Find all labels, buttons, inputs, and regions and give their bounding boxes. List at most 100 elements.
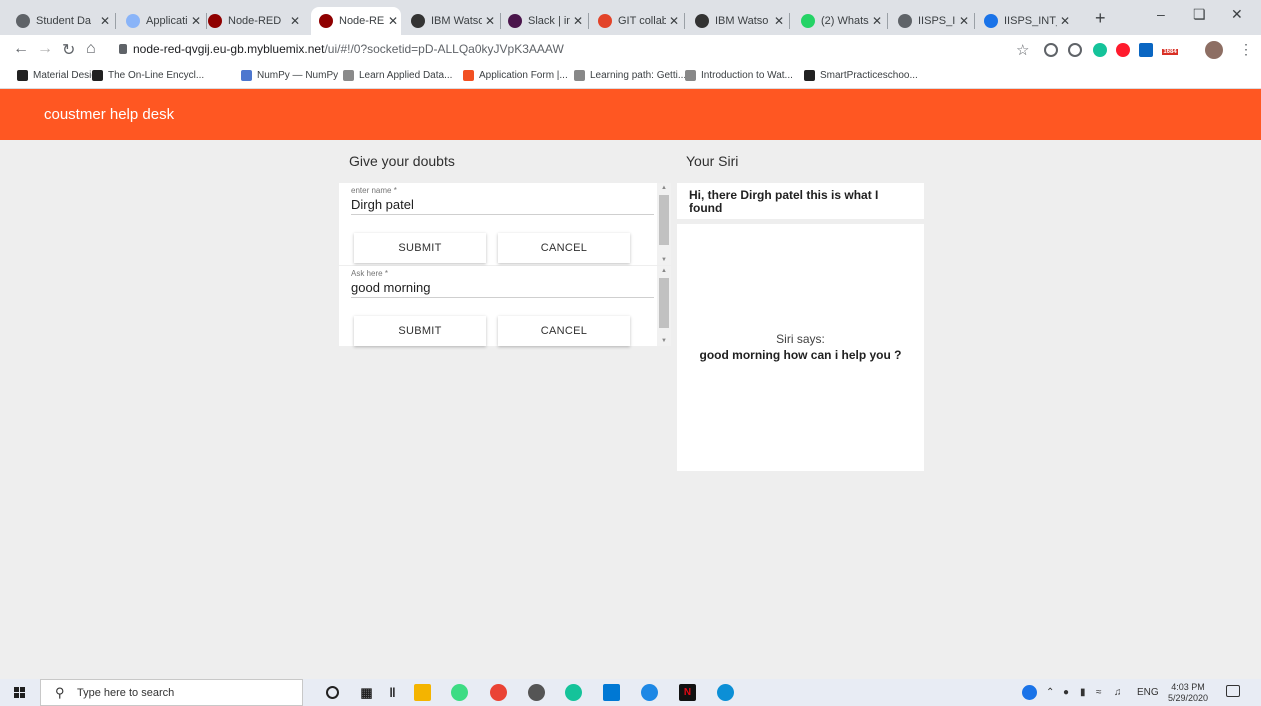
- reload-icon[interactable]: ↻: [62, 40, 75, 60]
- chrome-icon[interactable]: [490, 684, 507, 701]
- pause-icon[interactable]: ‖: [384, 684, 401, 701]
- name-input[interactable]: [351, 195, 654, 215]
- search-icon: ⚲: [55, 685, 65, 700]
- notification-icon[interactable]: [1226, 685, 1240, 697]
- name-submit-button[interactable]: SUBMIT: [354, 233, 486, 263]
- netflix-icon[interactable]: N: [679, 684, 696, 701]
- scroll-down-icon[interactable]: ▼: [657, 336, 671, 346]
- tab-separator: [588, 13, 589, 29]
- linkedin-extension-icon[interactable]: [1139, 43, 1153, 57]
- ask-cancel-button[interactable]: CANCEL: [498, 316, 630, 346]
- name-cancel-button[interactable]: CANCEL: [498, 233, 630, 263]
- bookmark-item[interactable]: Learn Applied Data...: [343, 70, 452, 81]
- watson-icon: [695, 14, 709, 28]
- browser-tab[interactable]: Application✕: [118, 7, 204, 35]
- browser-tab[interactable]: IBM Watso ✕: [403, 7, 498, 35]
- ask-submit-button[interactable]: SUBMIT: [354, 316, 486, 346]
- tab-close-icon[interactable]: ✕: [1057, 14, 1073, 28]
- bookmark-item[interactable]: NumPy — NumPy: [241, 70, 338, 81]
- browser-tab[interactable]: Node-RED✕: [200, 7, 303, 35]
- windows-start-icon[interactable]: [14, 687, 26, 699]
- scroll-up-icon[interactable]: ▲: [657, 266, 671, 276]
- browser-menu-icon[interactable]: ⋮: [1239, 41, 1253, 58]
- url-bar[interactable]: node-red-qvgij.eu-gb.mybluemix.net/ui/#!…: [133, 42, 564, 56]
- bookmark-item[interactable]: SmartPracticeschoo...: [804, 70, 918, 81]
- tab-close-icon[interactable]: ✕: [482, 14, 498, 28]
- cortana-icon[interactable]: [326, 686, 339, 699]
- bookmark-item[interactable]: Application Form |...: [463, 70, 568, 81]
- scroll-down-icon[interactable]: ▼: [657, 255, 671, 265]
- extension-1-icon[interactable]: [1044, 43, 1058, 57]
- doc-icon: [984, 14, 998, 28]
- wifi-icon[interactable]: ≈: [1096, 687, 1102, 698]
- tab-title: IBM Watso: [715, 15, 769, 27]
- show-hidden-icons-icon[interactable]: ⌃: [1046, 687, 1054, 698]
- ask-form-scrollbar[interactable]: ▲ ▼: [657, 266, 671, 346]
- profile-avatar[interactable]: [1205, 41, 1223, 59]
- grammarly-icon[interactable]: [565, 684, 582, 701]
- opera-extension-icon[interactable]: [1116, 43, 1130, 57]
- tab-close-icon[interactable]: ✕: [956, 14, 972, 28]
- cortana-app-icon[interactable]: [641, 684, 658, 701]
- siri-greeting-text: Hi, there Dirgh patel this is what I fou…: [689, 188, 879, 215]
- extension-2-icon[interactable]: [1068, 43, 1082, 57]
- browser-tab[interactable]: (2) WhatsA✕: [793, 7, 885, 35]
- bookmark-item[interactable]: The On-Line Encycl...: [92, 70, 204, 81]
- scroll-thumb[interactable]: [659, 195, 669, 245]
- vscode-icon[interactable]: [603, 684, 620, 701]
- file-explorer-icon[interactable]: [414, 684, 431, 701]
- microphone-icon[interactable]: ●: [1063, 687, 1069, 698]
- edge-icon[interactable]: [717, 684, 734, 701]
- tab-close-icon[interactable]: ✕: [385, 14, 401, 28]
- clock-date: 5/29/2020: [1168, 693, 1209, 703]
- browser-tab[interactable]: Node-RED✕: [311, 7, 401, 35]
- globe-icon: [898, 14, 912, 28]
- tab-close-icon[interactable]: ✕: [771, 14, 787, 28]
- bookmark-item[interactable]: Material Design: [17, 70, 102, 81]
- home-icon[interactable]: ⌂: [86, 40, 96, 58]
- restore-icon[interactable]: ❏: [1193, 6, 1206, 23]
- bookmark-item[interactable]: Introduction to Wat...: [685, 70, 793, 81]
- new-tab-button[interactable]: +: [1095, 8, 1106, 29]
- tab-close-icon[interactable]: ✕: [570, 14, 586, 28]
- volume-icon[interactable]: ♫: [1114, 687, 1122, 698]
- bookmark-favicon-icon: [463, 70, 474, 81]
- gitlab-icon: [598, 14, 612, 28]
- bookmark-item[interactable]: Learning path: Getti...: [574, 70, 686, 81]
- browser-tab[interactable]: Student Da ✕: [8, 7, 113, 35]
- language-indicator[interactable]: ENG: [1137, 687, 1159, 698]
- tab-close-icon[interactable]: ✕: [97, 14, 113, 28]
- url-host: node-red-qvgij.eu-gb.mybluemix.net: [133, 42, 325, 56]
- bookmark-star-icon[interactable]: ☆: [1016, 41, 1029, 59]
- battery-icon[interactable]: ▮: [1080, 687, 1086, 698]
- browser-tab[interactable]: GIT collabo✕: [590, 7, 682, 35]
- gmail-extension-icon[interactable]: 1684: [1160, 41, 1180, 57]
- taskbar-search[interactable]: ⚲ Type here to search: [40, 679, 303, 706]
- bookmark-favicon-icon: [574, 70, 585, 81]
- grammarly-extension-icon[interactable]: [1093, 43, 1107, 57]
- browser-tab[interactable]: IBM Watso ✕: [687, 7, 787, 35]
- scroll-up-icon[interactable]: ▲: [657, 183, 671, 193]
- app-icon[interactable]: [528, 684, 545, 701]
- tab-title: (2) WhatsA: [821, 15, 869, 27]
- minimize-icon[interactable]: –: [1157, 6, 1165, 22]
- back-icon[interactable]: ←: [13, 40, 29, 58]
- tab-close-icon[interactable]: ✕: [869, 14, 885, 28]
- browser-tab[interactable]: Slack | inte✕: [500, 7, 586, 35]
- close-window-icon[interactable]: ✕: [1231, 6, 1243, 23]
- task-view-icon[interactable]: ▦: [358, 684, 375, 701]
- help-icon[interactable]: [1022, 685, 1037, 700]
- tab-close-icon[interactable]: ✕: [666, 14, 682, 28]
- ask-input[interactable]: [351, 278, 654, 298]
- name-form: enter name * SUBMIT CANCEL ▲ ▼: [339, 183, 671, 265]
- tab-close-icon[interactable]: ✕: [287, 14, 303, 28]
- bookmark-favicon-icon: [804, 70, 815, 81]
- forward-icon[interactable]: →: [37, 40, 53, 58]
- scroll-thumb[interactable]: [659, 278, 669, 328]
- clock[interactable]: 4:03 PM 5/29/2020: [1168, 682, 1208, 704]
- browser-tab[interactable]: IISPS_INT_✕: [890, 7, 972, 35]
- android-studio-icon[interactable]: [451, 684, 468, 701]
- name-form-scrollbar[interactable]: ▲ ▼: [657, 183, 671, 265]
- name-field-label: enter name *: [351, 186, 397, 195]
- browser-tab[interactable]: IISPS_INT_S✕: [976, 7, 1073, 35]
